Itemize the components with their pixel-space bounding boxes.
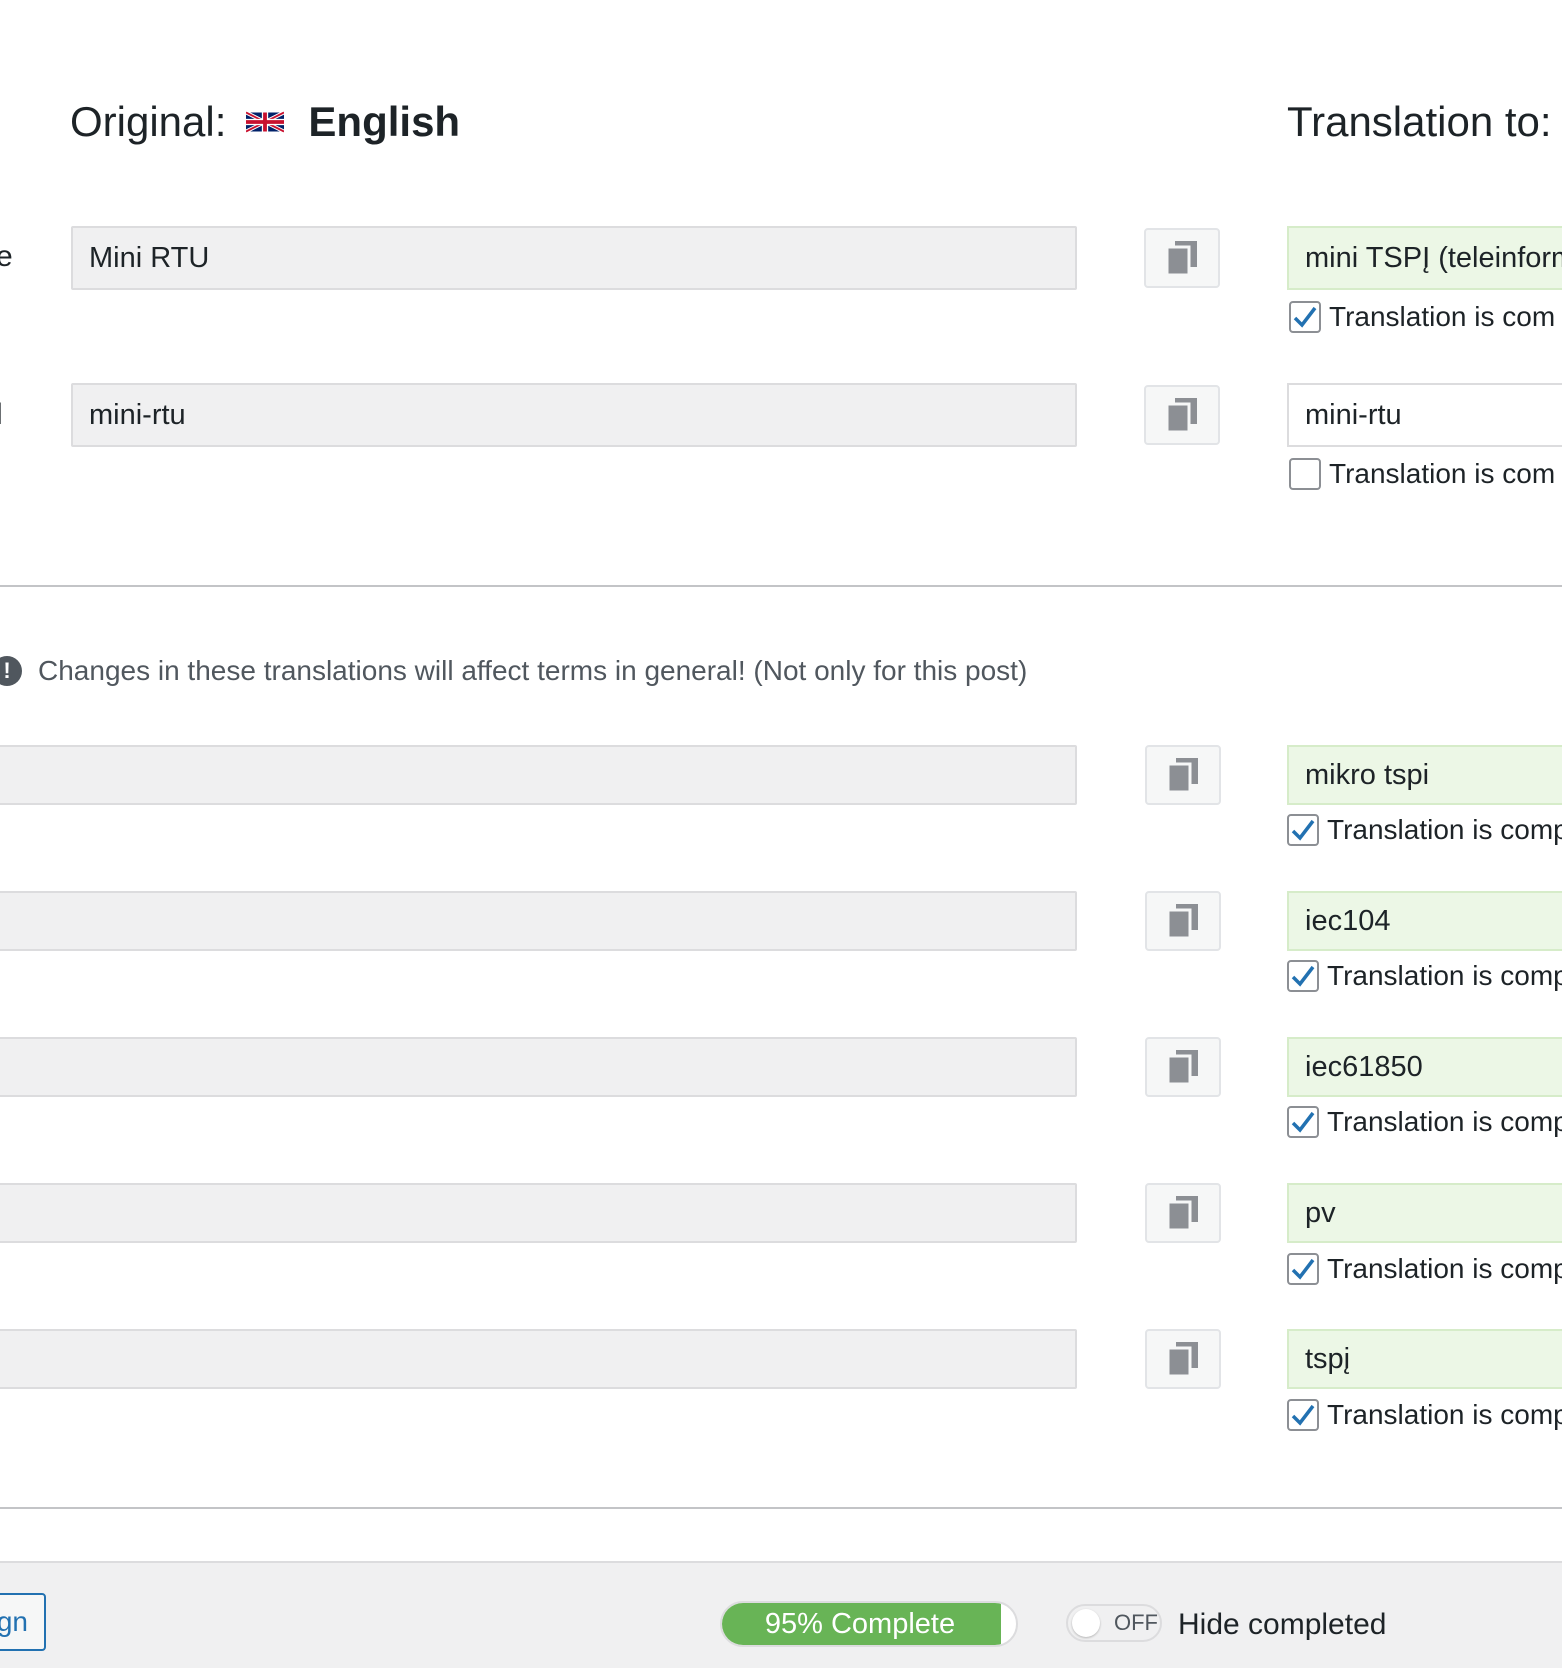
original-title-field: Mini RTU [71,226,1077,290]
copy-original-button[interactable] [1145,1037,1221,1097]
checkmark-icon [1293,306,1317,328]
copy-icon [1167,398,1197,432]
copy-original-button[interactable] [1145,1329,1221,1389]
copy-icon [1167,241,1197,275]
section-divider [0,585,1562,587]
translation-complete-checkbox[interactable] [1287,1106,1319,1138]
original-term-field [0,1329,1077,1389]
progress-label: 95% Complete [764,1607,956,1640]
translation-complete-toggle[interactable]: Translation is comp [1287,1106,1562,1138]
translation-complete-label: Translation is comp [1327,1399,1562,1430]
translation-complete-toggle[interactable]: Translation is comp [1287,814,1562,846]
original-language-header: Original: English [70,98,460,146]
field-label: l [0,398,3,432]
translation-title-input[interactable]: mini TSPĮ (teleinform [1287,226,1562,290]
translation-complete-toggle[interactable]: Translation is com [1289,301,1555,333]
translation-complete-toggle[interactable]: Translation is comp [1287,1253,1562,1285]
copy-icon [1168,1050,1198,1084]
toggle-knob [1072,1609,1100,1637]
section-divider [0,1507,1562,1509]
hide-completed-toggle[interactable]: OFF [1066,1604,1162,1642]
translation-complete-checkbox[interactable] [1289,458,1321,490]
translation-complete-label: Translation is comp [1327,1106,1562,1137]
translation-complete-label: Translation is comp [1327,1253,1562,1284]
translation-complete-toggle[interactable]: Translation is comp [1287,960,1562,992]
copy-icon [1168,1196,1198,1230]
translation-complete-toggle[interactable]: Translation is com [1289,458,1555,490]
translation-complete-checkbox[interactable] [1287,814,1319,846]
translation-term-input[interactable]: tspį [1287,1329,1562,1389]
original-term-field [0,1037,1077,1097]
copy-original-button[interactable] [1145,745,1221,805]
translation-complete-checkbox[interactable] [1287,960,1319,992]
translation-term-input[interactable]: iec104 [1287,891,1562,951]
translation-complete-label: Translation is comp [1327,814,1562,845]
translation-complete-label: Translation is com [1329,458,1556,489]
checkmark-icon [1291,1111,1315,1133]
copy-icon [1168,904,1198,938]
hide-completed-label: Hide completed [1178,1608,1387,1641]
copy-icon [1168,1342,1198,1376]
copy-icon [1168,758,1198,792]
translation-slug-input[interactable]: mini-rtu [1287,383,1562,447]
checkmark-icon [1291,1258,1315,1280]
copy-original-button[interactable] [1145,891,1221,951]
translation-complete-checkbox[interactable] [1287,1399,1319,1431]
original-term-field [0,1183,1077,1243]
translation-complete-label: Translation is com [1329,301,1556,332]
notice-text: Changes in these translations will affec… [38,655,1028,686]
copy-original-button[interactable] [1144,228,1220,288]
translation-complete-label: Translation is comp [1327,960,1562,991]
original-term-field [0,745,1077,805]
copy-original-button[interactable] [1144,385,1220,445]
toggle-state: OFF [1114,1610,1158,1635]
uk-flag-icon [246,110,285,134]
exclamation-circle-icon: ! [0,656,22,686]
translation-complete-checkbox[interactable] [1289,301,1321,333]
original-language: English [308,98,461,145]
translation-term-input[interactable]: pv [1287,1183,1562,1243]
taxonomy-notice: ! Changes in these translations will aff… [0,655,1027,687]
checkmark-icon [1291,1404,1315,1426]
footer-action-button[interactable]: gn [0,1593,46,1651]
translation-term-input[interactable]: iec61850 [1287,1037,1562,1097]
original-label: Original: [70,98,227,145]
field-label: e [0,240,13,273]
checkmark-icon [1291,819,1315,841]
original-term-field [0,891,1077,951]
copy-original-button[interactable] [1145,1183,1221,1243]
translation-complete-checkbox[interactable] [1287,1253,1319,1285]
translation-to-header: Translation to: [1287,98,1552,145]
translation-complete-toggle[interactable]: Translation is comp [1287,1399,1562,1431]
original-slug-field: mini-rtu [71,383,1077,447]
translation-term-input[interactable]: mikro tspi [1287,745,1562,805]
checkmark-icon [1291,965,1315,987]
